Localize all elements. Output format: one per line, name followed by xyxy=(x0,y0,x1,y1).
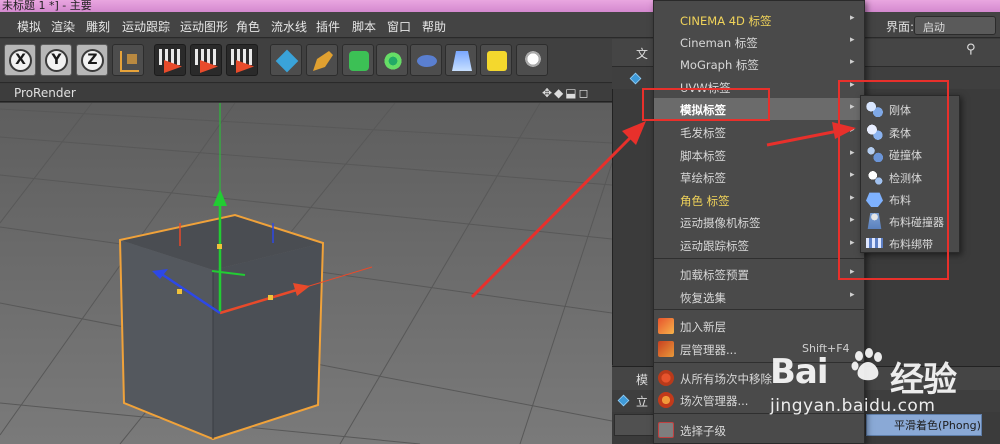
deformer-button[interactable] xyxy=(410,44,442,76)
menu-item-cinema4d-tags[interactable]: CINEMA 4D 标签 ▸ xyxy=(654,9,864,31)
menu-item-label: 角色 标签 xyxy=(680,194,730,208)
menu-item-label: MoGraph 标签 xyxy=(680,58,759,72)
menu-item-sketch-tags[interactable]: 草绘标签 ▸ xyxy=(654,166,864,188)
render-view-button[interactable] xyxy=(154,44,186,76)
menu-simulate[interactable]: 模拟 xyxy=(17,18,41,35)
baidu-jingyan-watermark: Bai 经验 jingyan.baidu.com xyxy=(770,348,1000,444)
menu-window[interactable]: 窗口 xyxy=(387,18,411,35)
watermark-jingyan: 经验 xyxy=(890,360,957,400)
menu-item-mograph-tags[interactable]: MoGraph 标签 ▸ xyxy=(654,53,864,75)
mograph-button[interactable] xyxy=(376,44,408,76)
menu-item-hair-tags[interactable]: 毛发标签 ▸ xyxy=(654,121,864,143)
y-axis-lock-button[interactable]: Y xyxy=(40,44,72,76)
camera-button[interactable] xyxy=(480,44,512,76)
layout-label: 界面: xyxy=(886,20,915,34)
menu-item-label: 选择子级 xyxy=(680,424,726,438)
menu-sculpt[interactable]: 雕刻 xyxy=(86,18,110,35)
world-axis-button[interactable] xyxy=(112,44,144,76)
menu-item-motion-camera-tags[interactable]: 运动摄像机标签 ▸ xyxy=(654,211,864,233)
menu-character[interactable]: 角色 xyxy=(236,18,260,35)
x-axis-icon: X xyxy=(9,49,32,72)
x-axis-lock-button[interactable]: X xyxy=(4,44,36,76)
viewport-scene xyxy=(0,103,612,444)
attribute-row-label: 立 xyxy=(636,395,649,409)
layer-manager-icon xyxy=(658,341,674,357)
y-axis-icon: Y xyxy=(45,49,68,72)
z-axis-icon: Z xyxy=(81,49,104,72)
annotation-box-simulation-tags xyxy=(642,88,770,121)
add-layer-icon xyxy=(658,318,674,334)
layout-select[interactable]: 启动 xyxy=(914,16,996,35)
menu-separator xyxy=(654,258,864,259)
take-manager-icon xyxy=(658,392,674,408)
world-axis-icon xyxy=(120,51,139,72)
viewport-nav-icons[interactable]: ✥◆⬓◻ xyxy=(542,86,591,100)
menu-item-script-tags[interactable]: 脚本标签 ▸ xyxy=(654,144,864,166)
menu-item-load-tag-preset[interactable]: 加载标签预置 ▸ xyxy=(654,263,864,285)
viewport-header: ProRender ✥◆⬓◻ xyxy=(0,84,612,102)
menu-item-add-new-layer[interactable]: 加入新层 xyxy=(654,315,864,337)
cube-object-icon xyxy=(629,72,642,85)
baidu-paw-icon xyxy=(851,348,882,381)
render-picture-viewer-button[interactable] xyxy=(190,44,222,76)
menu-item-label: 场次管理器... xyxy=(680,394,749,408)
floor-button[interactable] xyxy=(445,44,477,76)
cube-object-icon xyxy=(617,394,630,407)
attribute-manager-tab[interactable]: 模 xyxy=(636,371,648,388)
menu-item-label: 毛发标签 xyxy=(680,126,726,140)
submenu-arrow-icon: ▸ xyxy=(850,35,855,45)
submenu-arrow-icon: ▸ xyxy=(850,290,855,300)
toolbar: X Y Z xyxy=(0,39,612,83)
menu-mograph[interactable]: 运动图形 xyxy=(180,18,228,35)
watermark-bai: Bai xyxy=(770,352,829,392)
cube-button[interactable] xyxy=(270,44,302,76)
menu-item-label: 运动跟踪标签 xyxy=(680,239,749,253)
menu-item-motion-tracking-tags[interactable]: 运动跟踪标签 ▸ xyxy=(654,234,864,256)
submenu-arrow-icon: ▸ xyxy=(850,13,855,23)
annotation-box-submenu xyxy=(838,80,949,280)
menu-separator xyxy=(654,309,864,310)
menu-render[interactable]: 渲染 xyxy=(51,18,75,35)
menu-script[interactable]: 脚本 xyxy=(352,18,376,35)
object-manager-tab[interactable]: 文 xyxy=(636,45,648,62)
select-children-icon xyxy=(658,422,674,438)
remove-from-takes-icon xyxy=(658,370,674,386)
submenu-arrow-icon: ▸ xyxy=(850,57,855,67)
render-settings-button[interactable] xyxy=(226,44,258,76)
z-axis-lock-button[interactable]: Z xyxy=(76,44,108,76)
menu-item-restore-selection[interactable]: 恢复选集 ▸ xyxy=(654,286,864,308)
menu-item-label: 层管理器... xyxy=(680,343,737,357)
menu-item-label: 运动摄像机标签 xyxy=(680,216,761,230)
menu-item-label: Cineman 标签 xyxy=(680,36,758,50)
menu-item-label: 脚本标签 xyxy=(680,149,726,163)
viewport[interactable] xyxy=(0,103,612,444)
menu-plugins[interactable]: 插件 xyxy=(316,18,340,35)
light-button[interactable] xyxy=(516,44,548,76)
menu-item-character-tags[interactable]: 角色 标签 ▸ xyxy=(654,189,864,211)
menu-help[interactable]: 帮助 xyxy=(422,18,446,35)
menu-item-label: CINEMA 4D 标签 xyxy=(680,14,772,28)
watermark-url: jingyan.baidu.com xyxy=(770,396,936,416)
pen-button[interactable] xyxy=(306,44,338,76)
menu-item-label: 从所有场次中移除 xyxy=(680,372,772,386)
search-icon[interactable]: ⚲ xyxy=(966,42,976,57)
menu-item-label: 草绘标签 xyxy=(680,171,726,185)
nurbs-button[interactable] xyxy=(342,44,374,76)
menu-item-cineman-tags[interactable]: Cineman 标签 ▸ xyxy=(654,31,864,53)
viewport-title: ProRender xyxy=(14,86,76,100)
menu-motion-tracking[interactable]: 运动跟踪 xyxy=(122,18,170,35)
menu-item-label: 恢复选集 xyxy=(680,291,726,305)
menu-item-label: 加入新层 xyxy=(680,320,726,334)
menu-item-label: 加载标签预置 xyxy=(680,268,749,282)
menu-pipeline[interactable]: 流水线 xyxy=(271,18,307,35)
